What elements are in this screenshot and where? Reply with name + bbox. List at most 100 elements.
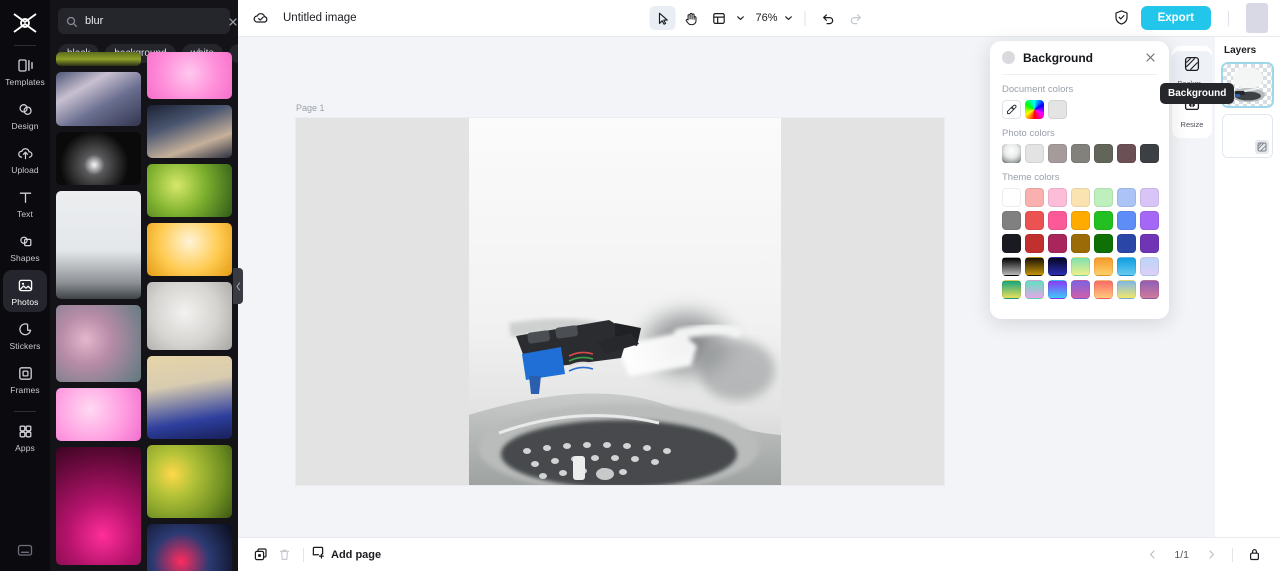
photo-color-6[interactable] xyxy=(1140,144,1159,163)
zoom-chevron-down-icon[interactable] xyxy=(782,11,796,25)
panel-collapse-handle[interactable] xyxy=(233,268,243,304)
theme-color-swatch[interactable] xyxy=(1094,188,1113,207)
theme-color-swatch[interactable] xyxy=(1094,211,1113,230)
theme-color-swatch[interactable] xyxy=(1071,188,1090,207)
theme-color-swatch[interactable] xyxy=(1071,211,1090,230)
photo-color-4[interactable] xyxy=(1094,144,1113,163)
thumb-green-circles[interactable] xyxy=(147,445,232,518)
theme-color-swatch[interactable] xyxy=(1117,211,1136,230)
bottom-toolbar: Add page 1/1 xyxy=(238,537,1280,571)
thumb-pink-dots[interactable] xyxy=(56,388,141,441)
theme-color-swatch[interactable] xyxy=(1048,211,1067,230)
duplicate-page-button[interactable] xyxy=(248,544,272,566)
document-title[interactable]: Untitled image xyxy=(283,12,357,24)
add-page-button[interactable]: Add page xyxy=(311,545,381,564)
theme-color-swatch[interactable] xyxy=(1117,257,1136,276)
thumb-gold-burst[interactable] xyxy=(147,223,232,276)
photo-color-5[interactable] xyxy=(1117,144,1136,163)
theme-color-swatch[interactable] xyxy=(1094,234,1113,253)
theme-color-swatch[interactable] xyxy=(1025,257,1044,276)
hand-tool-button[interactable] xyxy=(677,6,703,30)
thumb-magenta-bokeh[interactable] xyxy=(56,447,141,565)
shield-check-icon[interactable] xyxy=(1113,9,1131,27)
cloud-saved-icon[interactable] xyxy=(252,9,270,27)
thumb-pink-floral-bokeh[interactable] xyxy=(56,305,141,382)
photo-color-2[interactable] xyxy=(1048,144,1067,163)
delete-page-button[interactable] xyxy=(272,544,296,566)
sidebar-item-text[interactable]: Text xyxy=(3,182,47,224)
select-tool-button[interactable] xyxy=(649,6,676,30)
sidebar-item-templates[interactable]: Templates xyxy=(3,50,47,92)
theme-color-swatch[interactable] xyxy=(1025,188,1044,207)
theme-color-swatch[interactable] xyxy=(1071,234,1090,253)
undo-button[interactable] xyxy=(815,6,841,30)
theme-color-swatch[interactable] xyxy=(1117,280,1136,299)
rail-bottom-slot[interactable] xyxy=(0,541,50,559)
theme-color-swatch[interactable] xyxy=(1140,211,1159,230)
sidebar-item-upload[interactable]: Upload xyxy=(3,138,47,180)
theme-color-swatch[interactable] xyxy=(1002,188,1021,207)
sidebar-item-photos[interactable]: Photos xyxy=(3,270,47,312)
thumb-dark-bokeh-lights[interactable] xyxy=(56,132,141,185)
theme-color-swatch[interactable] xyxy=(1002,257,1021,276)
theme-color-swatch[interactable] xyxy=(1025,280,1044,299)
theme-color-swatch[interactable] xyxy=(1025,234,1044,253)
search-wrapper xyxy=(50,0,238,34)
theme-color-swatch[interactable] xyxy=(1002,211,1021,230)
lock-button[interactable] xyxy=(1242,544,1266,566)
thumb-stripe-green[interactable] xyxy=(56,52,141,66)
sidebar-item-stickers[interactable]: Stickers xyxy=(3,314,47,356)
next-page-button[interactable] xyxy=(1199,544,1223,566)
theme-color-swatch[interactable] xyxy=(1002,280,1021,299)
chevron-down-icon[interactable] xyxy=(733,11,747,25)
thumb-green-foliage[interactable] xyxy=(147,164,232,217)
theme-color-swatch[interactable] xyxy=(1117,234,1136,253)
close-icon[interactable] xyxy=(227,15,238,27)
prev-page-button[interactable] xyxy=(1140,544,1164,566)
zoom-level[interactable]: 76% xyxy=(749,12,779,24)
export-button[interactable]: Export xyxy=(1140,6,1211,30)
theme-color-swatch[interactable] xyxy=(1048,188,1067,207)
capcut-logo-icon[interactable] xyxy=(10,10,40,36)
theme-color-swatch[interactable] xyxy=(1025,211,1044,230)
light-gray-swatch[interactable] xyxy=(1048,100,1067,119)
photo-swatch[interactable] xyxy=(1002,144,1021,163)
rainbow-swatch[interactable] xyxy=(1025,100,1044,119)
sidebar-item-apps[interactable]: Apps xyxy=(3,416,47,458)
thumb-pink-bokeh-top[interactable] xyxy=(147,52,232,99)
theme-color-swatch[interactable] xyxy=(1140,280,1159,299)
thumb-city-lights[interactable] xyxy=(147,524,232,571)
thumb-cafe-night[interactable] xyxy=(147,105,232,158)
thumb-blue-gold-clouds[interactable] xyxy=(147,356,232,439)
thumb-white-rings[interactable] xyxy=(147,282,232,350)
close-icon[interactable] xyxy=(1144,51,1157,64)
theme-color-swatch[interactable] xyxy=(1048,257,1067,276)
theme-color-swatch[interactable] xyxy=(1140,234,1159,253)
redo-button[interactable] xyxy=(843,6,869,30)
theme-color-swatch[interactable] xyxy=(1071,257,1090,276)
search-box[interactable] xyxy=(58,8,237,34)
photo-color-1[interactable] xyxy=(1025,144,1044,163)
photo-color-3[interactable] xyxy=(1071,144,1090,163)
theme-color-swatch[interactable] xyxy=(1002,234,1021,253)
theme-color-swatch[interactable] xyxy=(1094,257,1113,276)
layout-tool-button[interactable] xyxy=(705,6,731,30)
theme-color-swatch[interactable] xyxy=(1048,234,1067,253)
eyedropper-swatch[interactable] xyxy=(1002,100,1021,119)
search-input[interactable] xyxy=(78,15,227,27)
theme-color-swatch[interactable] xyxy=(1140,188,1159,207)
canvas-page[interactable] xyxy=(296,118,944,485)
sidebar-item-design[interactable]: Design xyxy=(3,94,47,136)
layer-item-background[interactable] xyxy=(1222,114,1273,158)
turntable-photo[interactable] xyxy=(469,118,781,485)
sidebar-item-frames[interactable]: Frames xyxy=(3,358,47,400)
thumb-shop-window[interactable] xyxy=(56,72,141,126)
theme-color-swatch[interactable] xyxy=(1071,280,1090,299)
sidebar-item-shapes[interactable]: Shapes xyxy=(3,226,47,268)
avatar[interactable] xyxy=(1246,3,1268,33)
theme-color-swatch[interactable] xyxy=(1117,188,1136,207)
theme-color-swatch[interactable] xyxy=(1140,257,1159,276)
thumb-turntable-white[interactable] xyxy=(56,191,141,299)
theme-color-swatch[interactable] xyxy=(1048,280,1067,299)
theme-color-swatch[interactable] xyxy=(1094,280,1113,299)
